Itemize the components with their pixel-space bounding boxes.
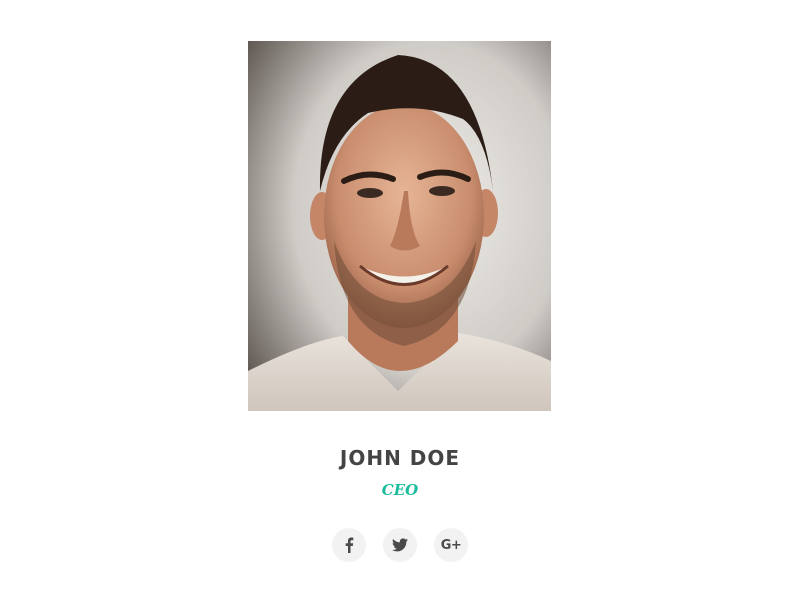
social-links: G+ — [0, 528, 800, 562]
twitter-icon — [392, 538, 408, 552]
facebook-button[interactable] — [332, 528, 366, 562]
twitter-button[interactable] — [383, 528, 417, 562]
google-plus-icon: G+ — [440, 537, 462, 553]
member-name: JOHN DOE — [339, 446, 461, 470]
google-plus-button[interactable]: G+ — [434, 528, 468, 562]
member-role: CEO — [381, 481, 419, 499]
profile-photo — [248, 41, 551, 411]
facebook-icon — [344, 537, 354, 553]
team-member-card: JOHN DOE CEO G+ — [0, 0, 800, 600]
